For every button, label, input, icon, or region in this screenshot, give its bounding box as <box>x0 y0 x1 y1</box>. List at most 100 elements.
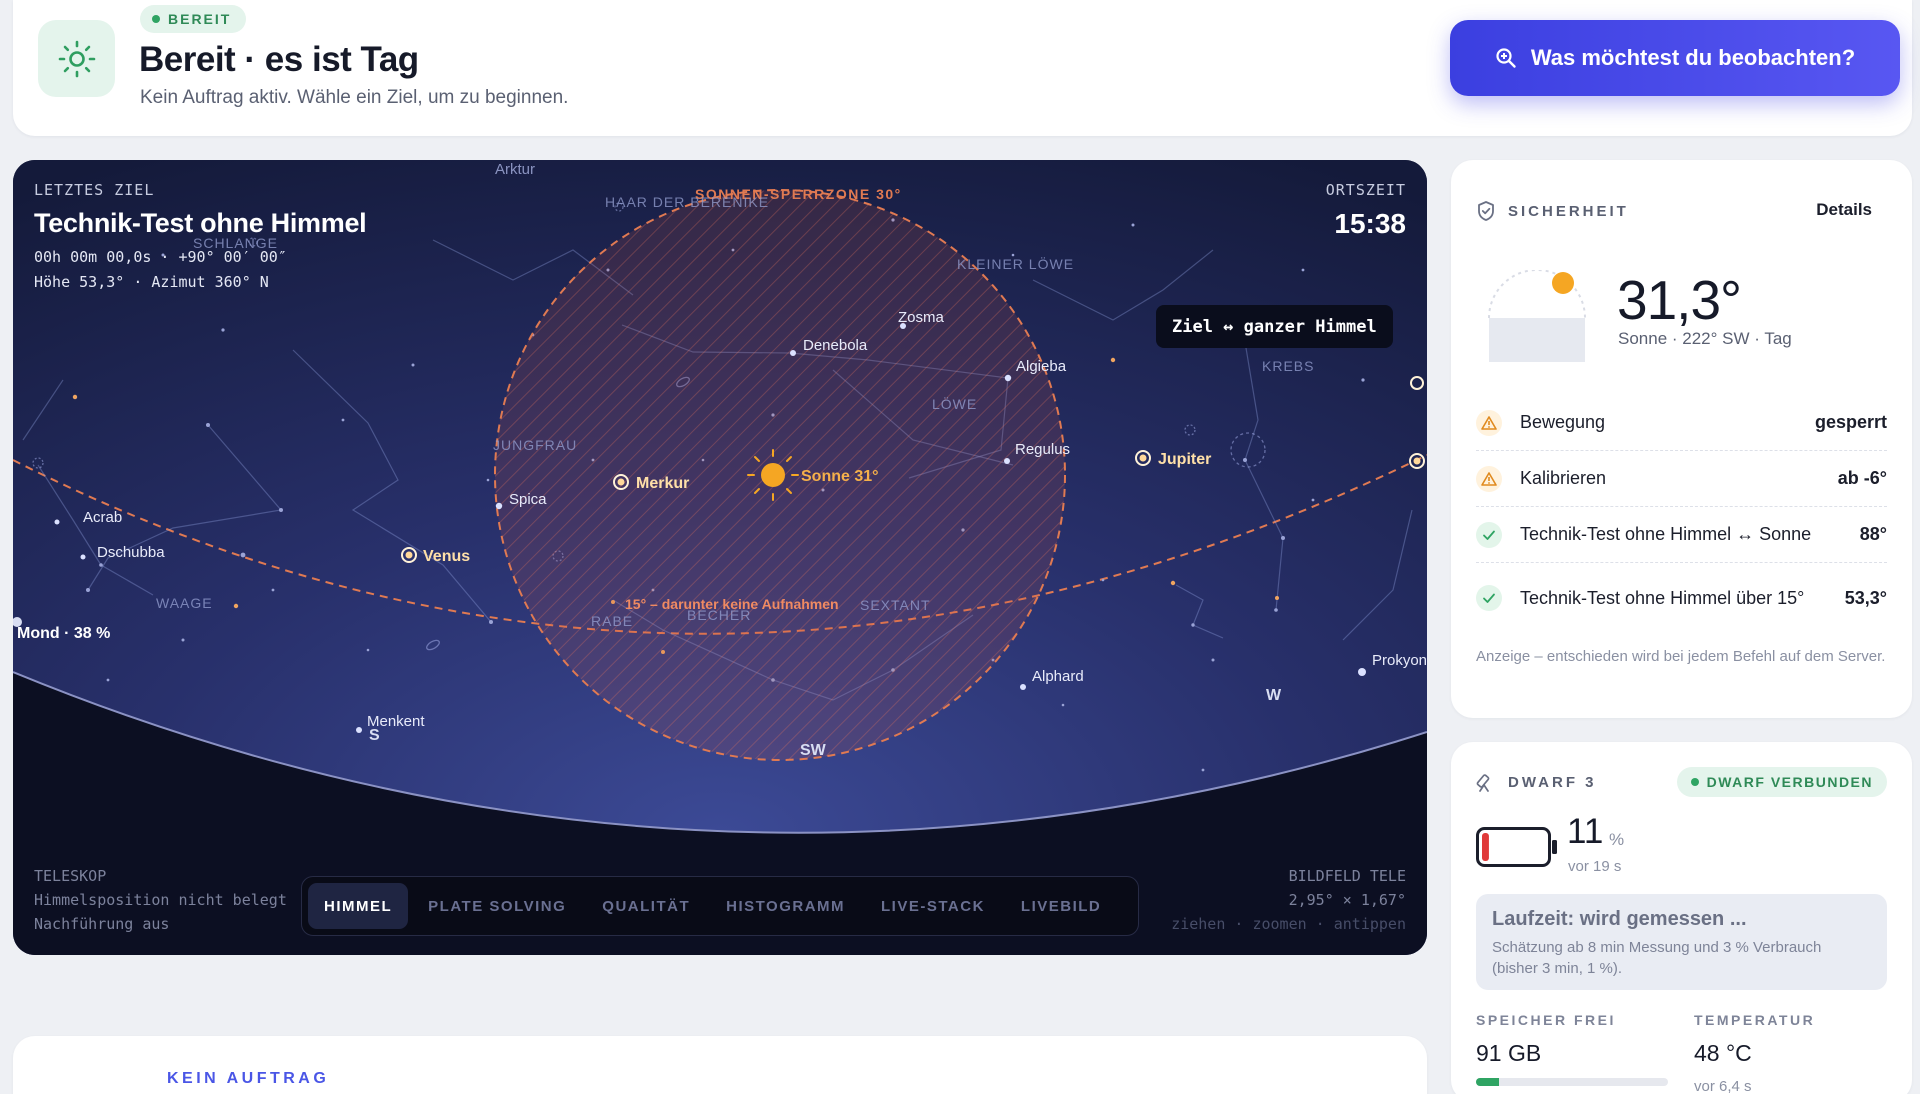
safety-checks: Bewegung gesperrt Kalibrieren ab -6° Tec… <box>1476 395 1887 633</box>
security-card: SICHERHEIT Details 31,3° Sonne · 222° SW… <box>1451 160 1912 718</box>
svg-text:Mond · 38 %: Mond · 38 % <box>17 625 110 642</box>
svg-text:LÖWE: LÖWE <box>932 395 977 412</box>
svg-text:Denebola: Denebola <box>803 337 868 354</box>
svg-text:JUNGFRAU: JUNGFRAU <box>493 437 577 453</box>
svg-text:HAAR DER BERENIKE: HAAR DER BERENIKE <box>605 194 769 210</box>
security-details-button[interactable]: Details <box>1816 200 1872 220</box>
safety-label: Technik-Test ohne Himmel über 15° <box>1520 587 1805 608</box>
field-of-view-value: 2,95° × 1,67° <box>1288 891 1406 909</box>
job-status-label: KEIN AUFTRAG <box>167 1070 330 1087</box>
runtime-title: Laufzeit: wird gemessen ... <box>1492 908 1747 930</box>
tab-live-stack[interactable]: LIVE-STACK <box>865 883 1001 929</box>
local-time-label: ORTSZEIT <box>1325 181 1406 199</box>
memory-bar-fill <box>1476 1078 1500 1086</box>
zoom-search-icon <box>1496 48 1516 68</box>
runtime-estimate: Laufzeit: wird gemessen ... Schätzung ab… <box>1476 894 1887 990</box>
safety-value: gesperrt <box>1814 412 1887 432</box>
safety-label: Technik-Test ohne Himmel ↔ Sonne <box>1520 524 1812 544</box>
local-time: 15:38 <box>1334 208 1406 239</box>
check-icon <box>1476 585 1502 611</box>
sun-position-info: Sonne · 222° SW · Tag <box>1618 329 1792 348</box>
choose-target-label: Was möchtest du beobachten? <box>1530 45 1856 70</box>
svg-text:SEXTANT: SEXTANT <box>860 597 931 613</box>
battery-updated: vor 19 s <box>1568 858 1622 875</box>
safety-label: Kalibrieren <box>1520 468 1607 488</box>
svg-text:RABE: RABE <box>591 613 633 629</box>
svg-text:Dschubba: Dschubba <box>97 544 165 561</box>
device-title: DWARF 3 <box>1508 773 1597 791</box>
target-altitude-azimuth: Höhe 53,3° · Azimut 360° N <box>34 273 269 291</box>
svg-text:Arktur: Arktur <box>495 161 535 178</box>
device-header: DWARF 3 <box>1476 772 1597 792</box>
shield-check-icon <box>1478 201 1494 221</box>
status-dot-icon <box>152 15 160 23</box>
svg-text:Venus: Venus <box>423 548 470 565</box>
connection-badge: DWARF VERBUNDEN <box>1676 767 1887 797</box>
tab-livebild[interactable]: LIVEBILD <box>1005 883 1117 929</box>
svg-text:Zosma: Zosma <box>898 309 945 326</box>
svg-text:Spica: Spica <box>509 491 547 508</box>
tab-himmel[interactable]: HIMMEL <box>308 883 409 929</box>
tab-plate-solving[interactable]: PLATE SOLVING <box>412 883 582 929</box>
job-card: KEIN AUFTRAG <box>13 1036 1427 1094</box>
svg-text:Prokyon: Prokyon <box>1372 652 1427 669</box>
last-target-label: LETZTES ZIEL <box>34 181 155 199</box>
safety-label: Bewegung <box>1520 412 1606 432</box>
battery-unit: % <box>1609 830 1625 849</box>
security-note: Anzeige – entschieden wird bei jedem Bef… <box>1476 648 1886 665</box>
tab-qualitaet[interactable]: QUALITÄT <box>586 883 706 929</box>
battery-level: 11 <box>1567 812 1604 851</box>
memory-value: 91 GB <box>1476 1040 1542 1066</box>
svg-text:KLEINER LÖWE: KLEINER LÖWE <box>957 255 1074 272</box>
runtime-description: Schätzung ab 8 min Messung und 3 % Verbr… <box>1492 939 1822 977</box>
telescope-label: TELESKOP <box>34 867 107 885</box>
sun-status-icon <box>38 20 115 97</box>
svg-text:KREBS: KREBS <box>1262 358 1314 374</box>
svg-text:Alphard: Alphard <box>1032 668 1084 685</box>
last-target-name: Technik-Test ohne Himmel <box>34 208 367 238</box>
battery-icon <box>1476 827 1557 867</box>
telescope-icon <box>1476 774 1490 792</box>
target-sky-toggle-button[interactable]: Ziel ↔ ganzer Himmel <box>1156 305 1393 348</box>
svg-text:W: W <box>1266 687 1282 704</box>
choose-target-button[interactable]: Was möchtest du beobachten? <box>1450 20 1900 96</box>
sun-altitude: 31,3° <box>1617 269 1742 331</box>
sky-map-panel[interactable]: SONNEN-SPERRZONE 30° 15° – darunter kein… <box>13 160 1427 955</box>
page-subtitle: Kein Auftrag aktiv. Wähle ein Ziel, um z… <box>140 87 569 108</box>
svg-text:Algieba: Algieba <box>1016 358 1067 375</box>
field-of-view-label: BILDFELD TELE <box>1288 867 1406 885</box>
memory-label: SPEICHER FREI <box>1476 1012 1616 1028</box>
svg-text:BECHER: BECHER <box>687 607 751 623</box>
temperature-value: 48 °C <box>1694 1040 1752 1066</box>
tab-histogramm[interactable]: HISTOGRAMM <box>710 883 861 929</box>
warning-icon <box>1476 409 1502 436</box>
safety-row-sun-distance: Technik-Test ohne Himmel ↔ Sonne 88° <box>1476 507 1887 563</box>
svg-text:Regulus: Regulus <box>1015 441 1070 458</box>
svg-text:Sonne 31°: Sonne 31° <box>801 468 879 485</box>
interaction-hint: ziehen · zoomen · antippen <box>1171 915 1406 933</box>
safety-value: ab -6° <box>1837 468 1887 488</box>
safety-value: 53,3° <box>1844 587 1887 608</box>
safety-value: 88° <box>1859 524 1887 544</box>
check-icon <box>1476 521 1502 548</box>
view-tabs: HIMMEL PLATE SOLVING QUALITÄT HISTOGRAMM… <box>301 876 1139 936</box>
page-title: Bereit · es ist Tag <box>139 40 419 79</box>
target-coordinates: 00h 00m 00,0s · +90° 00′ 00″ <box>34 248 287 266</box>
svg-text:Merkur: Merkur <box>636 475 689 492</box>
svg-text:SW: SW <box>800 742 827 759</box>
svg-text:WAAGE: WAAGE <box>156 595 213 611</box>
safety-row-movement: Bewegung gesperrt <box>1476 395 1887 451</box>
connection-status: DWARF VERBUNDEN <box>1706 774 1873 790</box>
temperature-updated: vor 6,4 s <box>1694 1078 1752 1094</box>
status-header: BEREIT Bereit · es ist Tag Kein Auftrag … <box>13 0 1912 136</box>
svg-text:Acrab: Acrab <box>83 509 122 526</box>
safety-row-altitude: Technik-Test ohne Himmel über 15° 53,3° <box>1476 563 1887 633</box>
status-badge-label: BEREIT <box>168 11 232 27</box>
svg-text:S: S <box>369 727 380 744</box>
security-header: SICHERHEIT <box>1476 200 1629 222</box>
telescope-position-status: Himmelsposition nicht belegt <box>34 891 287 909</box>
status-badge: BEREIT <box>140 5 247 33</box>
sun-altitude-gauge-icon <box>1488 270 1586 362</box>
memory-bar <box>1476 1078 1668 1086</box>
svg-text:Jupiter: Jupiter <box>1158 451 1211 468</box>
